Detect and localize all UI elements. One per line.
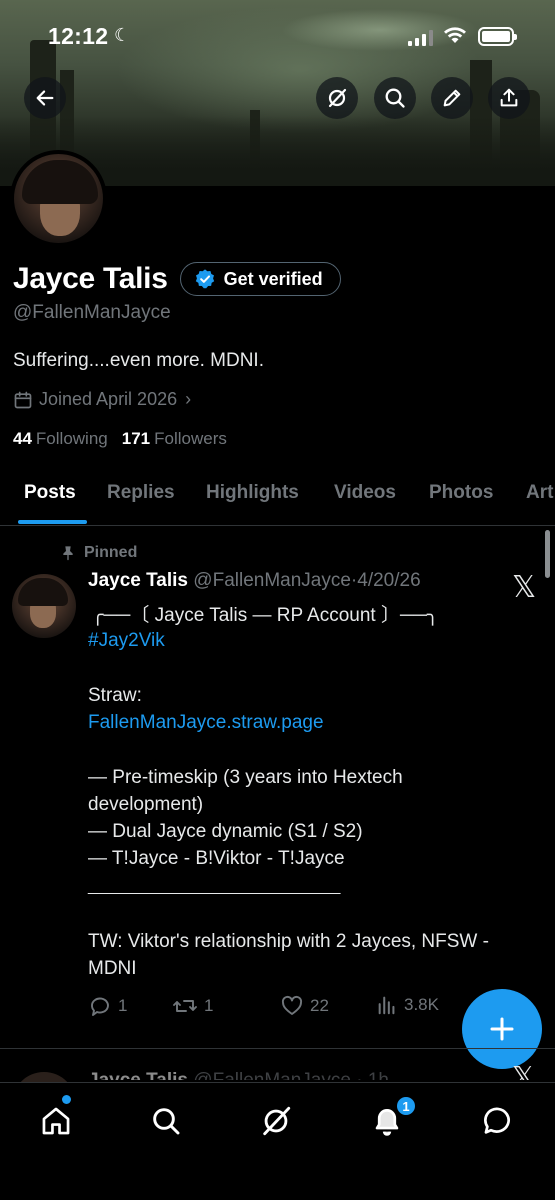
display-name: Jayce Talis xyxy=(13,262,168,295)
post-line-1: — Pre-timeskip (3 years into Hextech xyxy=(88,767,403,788)
like-count: 22 xyxy=(310,996,329,1015)
plus-icon xyxy=(490,1017,514,1041)
followers-link[interactable]: 171 Followers xyxy=(122,429,227,449)
tab-articles[interactable]: Art xyxy=(526,482,553,504)
grok-button[interactable] xyxy=(316,77,358,119)
nav-home[interactable] xyxy=(36,1101,76,1141)
views-button[interactable]: 3.8K xyxy=(376,994,439,1016)
status-time: 12:12 xyxy=(48,23,109,49)
repost-button[interactable]: 1 xyxy=(172,994,213,1018)
post-hashtag[interactable]: #Jay2Vik xyxy=(88,628,165,654)
post-straw-label: Straw: xyxy=(88,685,142,706)
reply-button[interactable]: 1 xyxy=(88,994,127,1018)
verified-badge-icon xyxy=(195,269,214,289)
views-chart-icon xyxy=(378,996,395,1015)
joined-label: Joined April 2026 xyxy=(39,389,178,409)
search-button[interactable] xyxy=(374,77,416,119)
get-verified-label: Get verified xyxy=(223,268,323,289)
tab-videos[interactable]: Videos xyxy=(334,482,396,504)
scrollbar[interactable] xyxy=(545,530,550,578)
status-bar: 12:12 ☾ xyxy=(0,0,555,76)
post-tw-line-1: TW: Viktor's relationship with 2 Jayces,… xyxy=(88,931,489,952)
moon-icon: ☾ xyxy=(114,25,131,45)
joined-date[interactable]: Joined April 2026 › xyxy=(13,389,191,410)
post-line-4: — T!Jayce - B!Viktor - T!Jayce xyxy=(88,848,345,869)
post-author-avatar[interactable] xyxy=(12,574,76,638)
arrow-left-icon xyxy=(36,90,54,106)
repost-icon xyxy=(173,1000,197,1012)
tab-highlights[interactable]: Highlights xyxy=(206,482,299,504)
profile-handle: @FallenManJayce xyxy=(13,302,171,323)
home-icon xyxy=(42,1107,70,1135)
following-link[interactable]: 44 Following xyxy=(13,429,108,449)
x-logo-icon: 𝕏 xyxy=(512,570,537,605)
signal-icon xyxy=(408,30,433,46)
tab-photos[interactable]: Photos xyxy=(429,482,493,504)
view-count: 3.8K xyxy=(404,995,439,1014)
active-tab-indicator xyxy=(18,520,87,524)
follow-stats: 44 Following 171 Followers xyxy=(13,429,227,449)
nav-search[interactable] xyxy=(146,1101,186,1141)
back-button[interactable] xyxy=(24,77,66,119)
profile-avatar[interactable] xyxy=(10,150,107,247)
share-button[interactable] xyxy=(488,77,530,119)
chevron-right-icon: › xyxy=(185,389,192,409)
compose-fab[interactable] xyxy=(462,989,542,1069)
grok-icon xyxy=(328,88,347,108)
reply-count: 1 xyxy=(118,996,128,1015)
next-post-x-logo-icon: 𝕏 xyxy=(512,1061,535,1080)
nav-messages[interactable] xyxy=(478,1101,518,1141)
notification-badge: 1 xyxy=(395,1095,417,1117)
pencil-icon xyxy=(443,89,461,107)
name-row: Jayce Talis Get verified xyxy=(13,262,341,296)
reply-icon xyxy=(91,997,109,1016)
post-separator: ______________________________ xyxy=(88,878,340,895)
post-header[interactable]: Jayce Talis @FallenManJayce·4/20/26 xyxy=(88,570,421,592)
tab-posts[interactable]: Posts xyxy=(24,482,76,504)
post-author-meta: @FallenManJayce·4/20/26 xyxy=(193,570,421,591)
bottom-navigation: 1 xyxy=(0,1082,555,1200)
grok-icon xyxy=(263,1106,291,1136)
edit-button[interactable] xyxy=(431,77,473,119)
post-line-3: — Dual Jayce dynamic (S1 / S2) xyxy=(88,821,363,842)
tab-replies[interactable]: Replies xyxy=(107,482,175,504)
search-icon xyxy=(385,88,405,108)
post-line-2: development) xyxy=(88,794,204,815)
following-label: Following xyxy=(35,429,108,448)
profile-bio: Suffering....even more. MDNI. xyxy=(13,350,264,371)
repost-count: 1 xyxy=(204,996,214,1015)
profile-tabs: Posts Replies Highlights Videos Photos A… xyxy=(0,468,555,526)
post-straw-link[interactable]: FallenManJayce.straw.page xyxy=(88,710,324,736)
nav-grok[interactable] xyxy=(256,1101,296,1141)
post-author-name: Jayce Talis xyxy=(88,570,189,591)
calendar-icon xyxy=(14,391,32,408)
heart-icon xyxy=(281,995,303,1015)
pinned-label: Pinned xyxy=(84,544,138,561)
like-button[interactable]: 22 xyxy=(280,994,329,1018)
wifi-icon xyxy=(444,27,466,43)
battery-icon xyxy=(478,27,517,46)
pinned-indicator: Pinned xyxy=(60,544,137,562)
following-count: 44 xyxy=(13,429,32,448)
post-actions: 1 1 22 3.8K xyxy=(88,994,488,1022)
followers-label: Followers xyxy=(154,429,227,448)
search-icon xyxy=(153,1108,180,1135)
messages-icon xyxy=(484,1107,510,1134)
followers-count: 171 xyxy=(121,429,151,448)
get-verified-button[interactable]: Get verified xyxy=(179,262,341,296)
post-divider xyxy=(0,1048,555,1049)
share-icon xyxy=(500,88,518,107)
post-title-line: ╭──〔 Jayce Talis — RP Account 〕──╮ xyxy=(92,605,439,626)
pin-icon xyxy=(63,546,73,561)
post-tw-line-2: MDNI xyxy=(88,958,137,979)
home-unread-dot xyxy=(62,1095,71,1104)
